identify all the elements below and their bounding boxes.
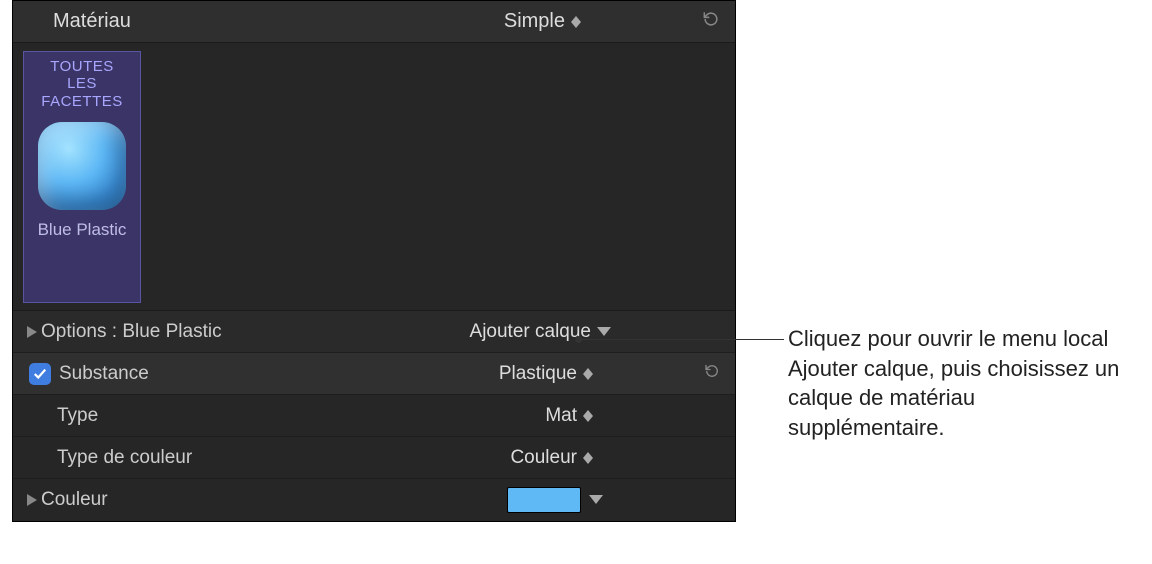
color-type-value: Couleur: [510, 447, 577, 469]
triangle-right-icon: [27, 494, 37, 506]
add-layer-label: Ajouter calque: [470, 321, 591, 343]
reset-arrow-icon: [703, 362, 721, 380]
material-mode-popup[interactable]: Simple: [504, 10, 581, 33]
options-row: Options : Blue Plastic Ajouter calque: [13, 311, 735, 353]
type-value: Mat: [545, 405, 577, 427]
updown-icon: [583, 452, 593, 464]
color-label: Couleur: [41, 489, 108, 511]
color-swatch: [507, 487, 581, 513]
facet-well-title: TOUTES LES FACETTES: [28, 58, 136, 110]
panel-title: Matériau: [53, 10, 131, 33]
substance-label: Substance: [59, 363, 149, 385]
color-type-label: Type de couleur: [57, 447, 192, 469]
type-label: Type: [57, 405, 98, 427]
updown-icon: [571, 16, 581, 28]
updown-icon: [583, 410, 593, 422]
material-inspector-panel: Matériau Simple TOUTES LES FACETTES Blue…: [12, 0, 736, 522]
reset-arrow-icon: [701, 9, 721, 29]
color-type-popup[interactable]: Couleur: [510, 447, 593, 469]
color-row: Couleur: [13, 479, 735, 521]
chevron-down-icon: [589, 489, 603, 511]
substance-value: Plastique: [499, 363, 577, 385]
panel-header: Matériau Simple: [13, 1, 735, 43]
updown-icon: [583, 368, 593, 380]
substance-row: Substance Plastique: [13, 353, 735, 395]
callout-text: Cliquez pour ouvrir le menu local Ajoute…: [788, 324, 1128, 443]
substance-checkbox[interactable]: [29, 363, 51, 385]
facet-well-all[interactable]: TOUTES LES FACETTES Blue Plastic: [23, 51, 141, 303]
color-well[interactable]: [507, 487, 603, 513]
material-name-label: Blue Plastic: [38, 220, 127, 240]
material-mode-value: Simple: [504, 10, 565, 33]
reset-substance-button[interactable]: [703, 362, 721, 386]
callout-leader-line: [578, 339, 784, 340]
checkmark-icon: [33, 367, 47, 381]
color-type-row: Type de couleur Couleur: [13, 437, 735, 479]
reset-button[interactable]: [701, 9, 721, 34]
disclosure-triangle[interactable]: [23, 326, 41, 338]
material-wells-area: TOUTES LES FACETTES Blue Plastic: [13, 43, 735, 311]
substance-popup[interactable]: Plastique: [499, 363, 593, 385]
triangle-right-icon: [27, 326, 37, 338]
disclosure-triangle[interactable]: [23, 494, 41, 506]
options-label: Options : Blue Plastic: [41, 321, 222, 343]
material-preview-swatch: [38, 122, 126, 210]
type-popup[interactable]: Mat: [545, 405, 593, 427]
type-row: Type Mat: [13, 395, 735, 437]
